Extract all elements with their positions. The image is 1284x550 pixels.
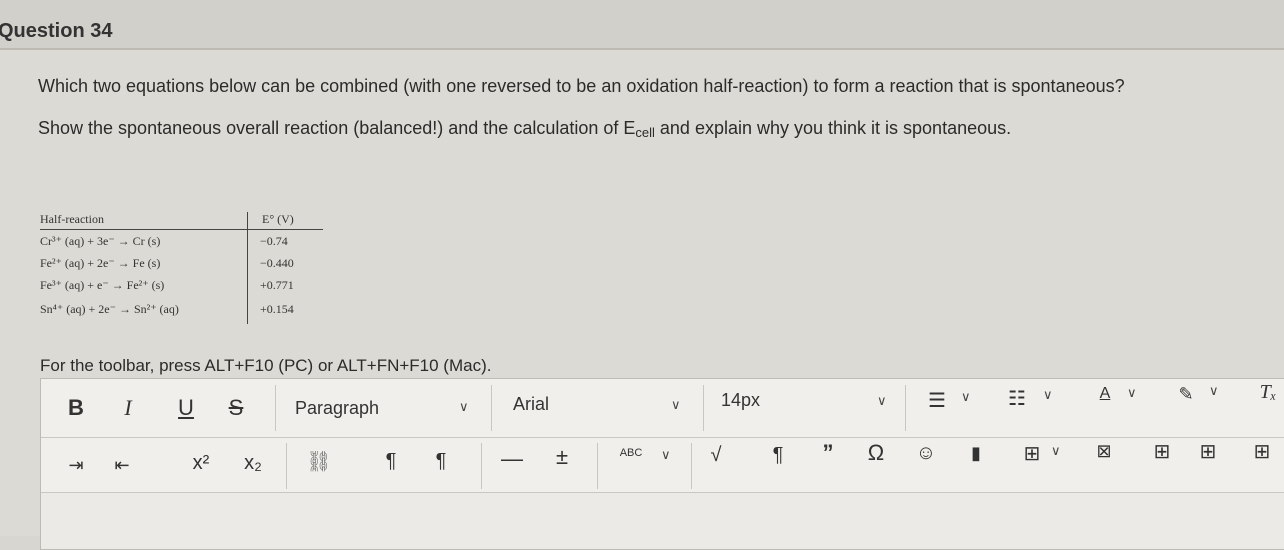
toolbar-divider (286, 443, 287, 489)
rich-text-editor: B I U S Paragraph ∨ Arial ∨ 14px ∨ ☰ ∨ ☷… (40, 378, 1284, 550)
question-header: Question 34 (0, 0, 1284, 50)
toolbar-row-1: B I U S Paragraph ∨ Arial ∨ 14px ∨ ☰ ∨ ☷… (41, 379, 1284, 438)
bullet-list-icon[interactable]: ☰ (919, 385, 955, 415)
insert-math-icon[interactable]: ± (547, 443, 577, 471)
toolbar-row-2: ⇥ ⇤ x² x₂ ⛓ ¶ ¶ — ± ABC ∨ √ ¶ ” Ω ☺ ▮ ⊞ … (41, 437, 1284, 493)
table-row-reaction: Fe²⁺ (aq) + 2e⁻ → Fe (s) (40, 256, 161, 270)
chevron-down-icon[interactable]: ∨ (1043, 387, 1053, 403)
paragraph-dropdown[interactable]: Paragraph (295, 395, 379, 421)
blockquote-icon[interactable]: ” (813, 439, 843, 467)
table-row-e: +0.771 (260, 278, 294, 292)
clear-formatting-icon[interactable]: Tₓ (1253, 377, 1283, 407)
editor-content-area[interactable] (41, 493, 1284, 549)
table-row-reaction: Fe³⁺ (aq) + e⁻ → Fe²⁺ (s) (40, 278, 165, 292)
toolbar-divider (275, 385, 276, 431)
toolbar-divider (491, 385, 492, 431)
table-row-icon[interactable]: ⊞ (1147, 437, 1177, 465)
table-row-e: −0.74 (260, 234, 288, 248)
chevron-down-icon[interactable]: ∨ (661, 447, 671, 463)
pilcrow-icon[interactable]: ¶ (763, 441, 793, 469)
ltr-direction-icon[interactable]: ¶ (375, 447, 407, 475)
indent-icon[interactable]: ⇥ (61, 451, 91, 479)
table-header-divider (40, 229, 323, 230)
superscript-button[interactable]: x² (181, 449, 221, 477)
font-dropdown[interactable]: Arial (513, 391, 549, 417)
subscript-button[interactable]: x₂ (233, 449, 273, 477)
unlink-icon[interactable]: ⛓ (303, 447, 335, 475)
toolbar-divider (481, 443, 482, 489)
table-row-reaction: Cr³⁺ (aq) + 3e⁻ → Cr (s) (40, 234, 161, 248)
underline-button[interactable]: U (171, 393, 201, 423)
italic-button[interactable]: I (113, 393, 143, 423)
spellcheck-icon[interactable]: ABC (613, 439, 649, 467)
rtl-direction-icon[interactable]: ¶ (425, 447, 457, 475)
chevron-down-icon[interactable]: ∨ (671, 397, 681, 413)
toolbar-divider (597, 443, 598, 489)
table-icon[interactable]: ⊞ (1017, 439, 1047, 467)
reduction-potential-table: Half-reaction E° (V) Cr³⁺ (aq) + 3e⁻ → C… (40, 212, 325, 327)
table-column-icon[interactable]: ⊞ (1193, 437, 1223, 465)
toolbar-divider (691, 443, 692, 489)
highlight-color-icon[interactable]: ✎ (1171, 379, 1201, 409)
table-row-e: +0.154 (260, 302, 294, 316)
table-header-reaction: Half-reaction (40, 212, 104, 226)
question-title: Question 34 (0, 20, 113, 42)
special-character-icon[interactable]: Ω (861, 439, 891, 467)
emoji-icon[interactable]: ☺ (911, 439, 941, 467)
question-prompt-line2: Show the spontaneous overall reaction (b… (38, 118, 1012, 140)
toolbar-hint: For the toolbar, press ALT+F10 (PC) or A… (40, 356, 492, 375)
chevron-down-icon[interactable]: ∨ (459, 399, 469, 415)
chevron-down-icon[interactable]: ∨ (1127, 385, 1137, 401)
square-root-icon[interactable]: √ (701, 441, 731, 469)
text-color-button[interactable]: A (1093, 379, 1117, 409)
horizontal-line-icon[interactable]: — (497, 445, 527, 473)
toolbar-divider (905, 385, 906, 431)
table-delete-icon[interactable]: ⊠ (1089, 437, 1119, 465)
chevron-down-icon[interactable]: ∨ (961, 389, 971, 405)
table-row-e: −0.440 (260, 256, 294, 270)
outdent-icon[interactable]: ⇤ (107, 451, 137, 479)
table-row-reaction: Sn⁴⁺ (aq) + 2e⁻ → Sn²⁺ (aq) (40, 302, 179, 316)
table-header-e: E° (V) (262, 212, 294, 226)
bold-button[interactable]: B (61, 393, 91, 423)
question-prompt-line1: Which two equations below can be combine… (38, 76, 1125, 96)
toolbar-divider (703, 385, 704, 431)
table-column-divider (247, 212, 248, 324)
chevron-down-icon[interactable]: ∨ (877, 393, 887, 409)
chevron-down-icon[interactable]: ∨ (1209, 383, 1219, 399)
bookmark-icon[interactable]: ▮ (961, 439, 991, 467)
chevron-down-icon[interactable]: ∨ (1051, 443, 1061, 459)
font-size-dropdown[interactable]: 14px (721, 387, 760, 413)
table-cell-icon[interactable]: ⊞ (1247, 437, 1277, 465)
strikethrough-button[interactable]: S (221, 393, 251, 423)
numbered-list-icon[interactable]: ☷ (999, 383, 1035, 413)
